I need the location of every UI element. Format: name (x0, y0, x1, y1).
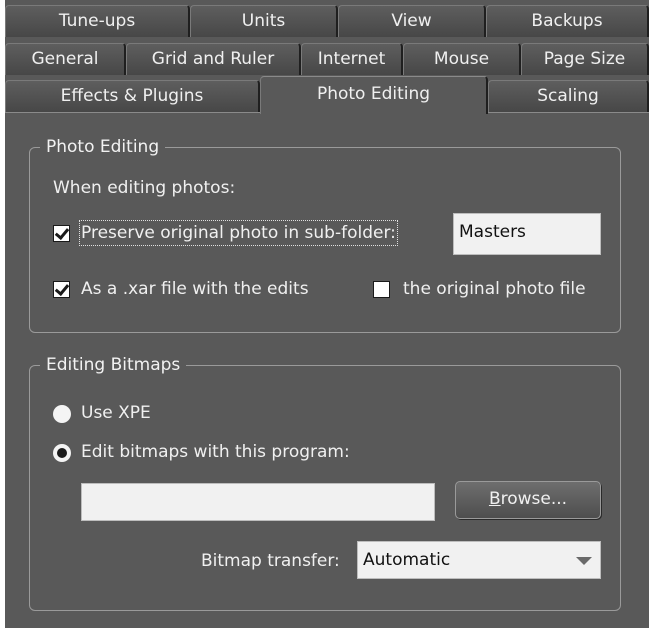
photo-editing-group-title: Photo Editing (40, 135, 166, 159)
tab-effects-plugins[interactable]: Effects & Plugins (5, 80, 260, 112)
tab-view[interactable]: View (338, 5, 486, 37)
bitmap-transfer-value: Automatic (363, 550, 451, 570)
chevron-down-icon (576, 557, 592, 565)
xar-file-checkbox[interactable] (53, 281, 70, 298)
options-dialog: Tune-ups Units View Backups General Grid… (5, 0, 649, 628)
bitmap-transfer-select[interactable]: Automatic (357, 541, 601, 579)
bitmap-transfer-label: Bitmap transfer: (201, 551, 340, 571)
browse-button[interactable]: Browse... (455, 481, 601, 519)
tab-panel-photo-editing: Photo Editing When editing photos: Prese… (5, 112, 649, 628)
tab-page-size[interactable]: Page Size (521, 43, 649, 75)
edit-with-program-label[interactable]: Edit bitmaps with this program: (81, 441, 350, 463)
original-photo-file-label[interactable]: the original photo file (403, 278, 586, 300)
preserve-original-checkbox[interactable] (53, 225, 70, 242)
tab-row-3: Effects & Plugins Photo Editing Scaling (5, 76, 649, 114)
tab-photo-editing[interactable]: Photo Editing (260, 76, 488, 114)
tab-units[interactable]: Units (190, 5, 338, 37)
tab-row-1: Tune-ups Units View Backups (5, 5, 649, 37)
use-xpe-radio[interactable] (53, 405, 71, 423)
xar-file-label[interactable]: As a .xar file with the edits (81, 278, 309, 300)
edit-with-program-radio[interactable] (53, 444, 71, 462)
when-editing-label: When editing photos: (53, 178, 236, 198)
tab-mouse[interactable]: Mouse (403, 43, 521, 75)
browse-button-label: rowse... (500, 489, 568, 509)
tab-backups[interactable]: Backups (486, 5, 649, 37)
tab-scaling[interactable]: Scaling (488, 80, 649, 112)
program-path-input[interactable] (81, 483, 435, 521)
preserve-original-label[interactable]: Preserve original photo in sub-folder: (79, 220, 398, 246)
original-photo-file-checkbox[interactable] (373, 281, 390, 298)
use-xpe-label[interactable]: Use XPE (81, 402, 151, 424)
subfolder-name-input[interactable]: Masters (453, 213, 601, 255)
tab-general[interactable]: General (5, 43, 126, 75)
browse-button-accelerator: B (488, 489, 501, 509)
tab-grid-and-ruler[interactable]: Grid and Ruler (126, 43, 301, 75)
tab-row-2: General Grid and Ruler Internet Mouse Pa… (5, 43, 649, 75)
tab-tune-ups[interactable]: Tune-ups (5, 5, 190, 37)
tab-internet[interactable]: Internet (301, 43, 403, 75)
editing-bitmaps-group-title: Editing Bitmaps (40, 353, 187, 377)
